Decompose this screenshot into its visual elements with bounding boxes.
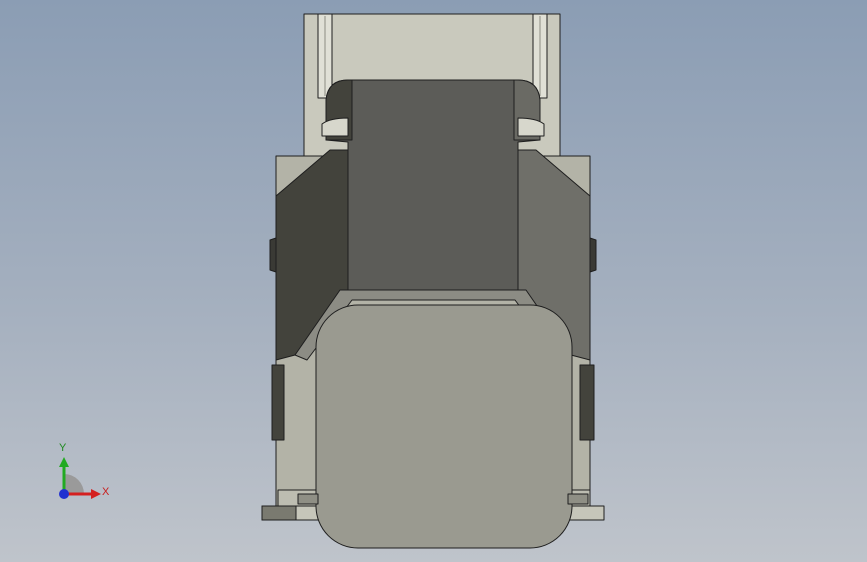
motor-top-cap (325, 79, 541, 301)
left-side-tab (271, 364, 285, 441)
y-axis-label: Y (59, 442, 67, 454)
right-side-tab (579, 364, 595, 441)
axis-triad: Y X (50, 440, 120, 510)
x-axis-arrow (91, 489, 101, 499)
motor-assembly-model[interactable] (0, 0, 867, 562)
z-axis-dot (59, 489, 69, 499)
cad-graphics-viewport[interactable]: Y X (0, 0, 867, 562)
y-axis-arrow (59, 457, 69, 467)
x-axis-label: X (102, 486, 110, 498)
motor-end-face (315, 304, 573, 549)
